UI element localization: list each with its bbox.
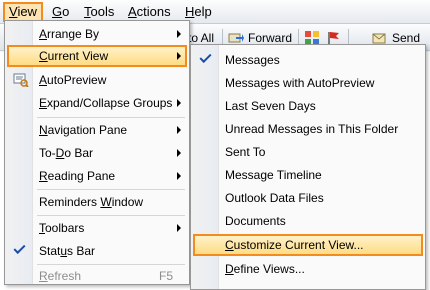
menu-item-refresh: Refresh F5	[7, 265, 187, 287]
menu-item-arrange-by[interactable]: Arrange By	[7, 23, 187, 45]
view-option-messages-autopreview[interactable]: Messages with AutoPreview	[193, 72, 423, 94]
view-option-unread-messages[interactable]: Unread Messages in This Folder	[193, 118, 423, 140]
submenu-arrow-icon	[177, 52, 181, 60]
menu-item-autopreview[interactable]: AutoPreview	[7, 69, 187, 91]
view-option-sent-to[interactable]: Sent To	[193, 141, 423, 163]
submenu-arrow-icon	[177, 172, 181, 180]
menu-item-reminders-window[interactable]: Reminders Window	[7, 191, 187, 213]
checkmark-icon	[13, 241, 26, 255]
menu-help[interactable]: Help	[181, 3, 216, 21]
view-option-documents[interactable]: Documents	[193, 210, 423, 232]
menu-item-define-views[interactable]: Define Views...	[193, 258, 423, 280]
submenu-arrow-icon	[177, 126, 181, 134]
shortcut-f5: F5	[158, 269, 173, 283]
autopreview-icon	[13, 73, 29, 87]
menu-view[interactable]: View	[3, 2, 43, 22]
menu-item-reading-pane[interactable]: Reading Pane	[7, 165, 187, 187]
current-view-submenu: Messages Messages with AutoPreview Last …	[190, 44, 426, 290]
view-option-outlook-data-files[interactable]: Outlook Data Files	[193, 187, 423, 209]
view-option-last-seven-days[interactable]: Last Seven Days	[193, 95, 423, 117]
menu-separator	[37, 117, 185, 118]
menu-separator	[37, 215, 185, 216]
view-menu: Arrange By Current View AutoPreview Expa…	[4, 20, 190, 285]
menu-actions[interactable]: Actions	[124, 3, 175, 21]
menu-item-todo-bar[interactable]: To-Do Bar	[7, 142, 187, 164]
forward-icon	[228, 33, 244, 43]
menu-go[interactable]: Go	[48, 3, 73, 21]
view-option-message-timeline[interactable]: Message Timeline	[193, 164, 423, 186]
view-option-messages[interactable]: Messages	[193, 49, 423, 71]
menu-item-status-bar[interactable]: Status Bar	[7, 240, 187, 262]
menu-separator	[37, 189, 185, 190]
submenu-arrow-icon	[177, 30, 181, 38]
menu-item-expand-collapse-groups[interactable]: Expand/Collapse Groups	[7, 92, 187, 114]
menu-tools[interactable]: Tools	[80, 3, 118, 21]
submenu-arrow-icon	[177, 224, 181, 232]
menu-item-navigation-pane[interactable]: Navigation Pane	[7, 119, 187, 141]
submenu-arrow-icon	[177, 149, 181, 157]
menu-item-current-view[interactable]: Current View	[7, 45, 187, 67]
checkmark-icon	[199, 50, 212, 64]
menu-item-toolbars[interactable]: Toolbars	[7, 217, 187, 239]
menu-item-customize-current-view[interactable]: Customize Current View...	[193, 234, 423, 256]
submenu-arrow-icon	[177, 99, 181, 107]
